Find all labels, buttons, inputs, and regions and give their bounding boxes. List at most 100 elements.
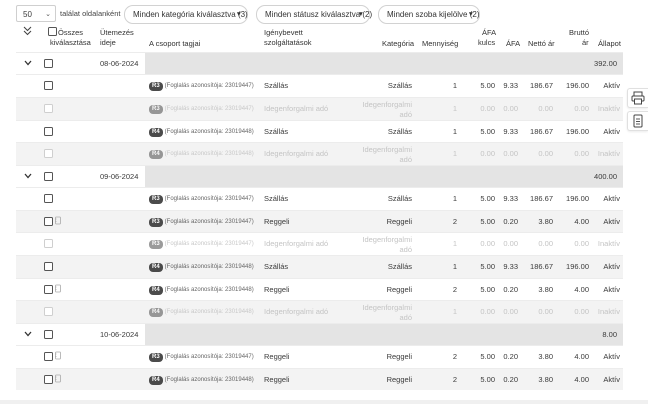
vat-rate-cell: 5.00 xyxy=(480,262,495,271)
quantity-cell: 1 xyxy=(452,149,457,158)
quantity-cell: 1 xyxy=(452,307,457,316)
net-header: Nettó ár xyxy=(528,39,555,48)
row-checkbox[interactable] xyxy=(44,374,53,384)
document-button[interactable] xyxy=(627,111,648,131)
category-cell: Szállás xyxy=(387,194,412,203)
row-checkbox[interactable] xyxy=(44,103,53,113)
row-checkbox[interactable] xyxy=(44,284,53,294)
gross-cell: 4.00 xyxy=(574,352,589,361)
row-checkbox[interactable] xyxy=(44,81,53,90)
member-cell: R3 (Foglalás azonosítója: 23019447) xyxy=(149,193,254,204)
table-row[interactable]: R4 (Foglalás azonosítója: 23019448) Idegen… xyxy=(16,300,623,323)
row-checkbox[interactable] xyxy=(44,239,53,248)
status-filter-label: Minden státusz kiválasztva (2) xyxy=(265,10,373,19)
vat-cell: 9.33 xyxy=(503,262,518,271)
service-cell: Reggeli xyxy=(264,284,290,294)
room-tag: R3 xyxy=(149,195,163,204)
status-cell: Inaktív xyxy=(597,103,620,113)
net-cell: 186.67 xyxy=(530,81,553,90)
print-button[interactable] xyxy=(627,88,648,108)
booking-id: (Foglalás azonosítója: 23019448) xyxy=(164,376,254,383)
chevron-down-icon[interactable] xyxy=(24,59,32,68)
room-filter[interactable]: Minden szoba kijelölve (2) ▼ xyxy=(378,5,480,24)
row-checkbox[interactable] xyxy=(44,126,53,136)
booking-id: (Foglalás azonosítója: 23019447) xyxy=(164,105,254,112)
status-filter[interactable]: Minden státusz kiválasztva (2) ▼ xyxy=(256,5,373,24)
status-cell: Aktív xyxy=(603,194,620,203)
row-checkbox[interactable] xyxy=(44,307,53,316)
booking-id: (Foglalás azonosítója: 23019448) xyxy=(164,264,254,270)
table-row[interactable]: R3 (Foglalás azonosítója: 23019447) Szállá… xyxy=(16,187,623,210)
gross-cell: 0.00 xyxy=(574,239,589,248)
table-row[interactable]: R3 (Foglalás azonosítója: 23019447) Idegen… xyxy=(16,96,623,120)
net-cell: 0.00 xyxy=(538,103,553,113)
member-cell: R3 (Foglalás azonosítója: 23019447) xyxy=(149,103,254,114)
table-row[interactable]: R4 (Foglalás azonosítója: 23019448) Szállá… xyxy=(16,119,623,143)
status-cell: Inaktív xyxy=(597,307,620,316)
table-row[interactable]: R3 (Foglalás azonosítója: 23019447) Reggel… xyxy=(16,345,623,368)
table-row[interactable]: R4 (Foglalás azonosítója: 23019448) Idegen… xyxy=(16,142,623,165)
net-cell: 3.80 xyxy=(538,374,553,384)
group-checkbox[interactable] xyxy=(44,59,53,68)
net-cell: 0.00 xyxy=(538,149,553,158)
member-cell: R3 (Foglalás azonosítója: 23019447) xyxy=(149,80,254,91)
row-checkbox[interactable] xyxy=(44,194,53,203)
table-row[interactable]: R4 (Foglalás azonosítója: 23019448) Reggel… xyxy=(16,367,623,390)
group-checkbox[interactable] xyxy=(44,172,53,181)
per-page-select[interactable]: 50 ⌄ xyxy=(16,5,56,22)
net-cell: 0.00 xyxy=(538,239,553,248)
vat-cell: 0.20 xyxy=(503,216,518,226)
row-checkbox[interactable] xyxy=(44,352,53,361)
quantity-cell: 1 xyxy=(452,126,457,136)
status-cell: Inaktív xyxy=(597,239,620,248)
group-band xyxy=(145,166,623,187)
category-cell: Idegenforgalmi adó xyxy=(362,145,412,164)
group-band xyxy=(145,324,623,345)
select-all-label-1: Összes xyxy=(58,28,84,37)
quantity-cell: 1 xyxy=(452,103,457,113)
chevron-down-icon[interactable] xyxy=(24,330,32,339)
quantity-cell: 2 xyxy=(452,352,457,361)
table-row[interactable]: R3 (Foglalás azonosítója: 23019447) Szállá… xyxy=(16,74,623,97)
group-checkbox[interactable] xyxy=(44,330,53,339)
collapse-all-icon[interactable] xyxy=(23,26,32,38)
group-date: 10-06-2024 xyxy=(100,330,139,339)
gross-cell: 0.00 xyxy=(574,149,589,158)
caret-down-icon: ▼ xyxy=(467,11,474,18)
row-checkbox[interactable] xyxy=(44,262,53,271)
category-header: Kategória xyxy=(382,39,415,48)
category-filter[interactable]: Minden kategória kiválasztva (3) ▼ xyxy=(124,5,248,24)
status-cell: Aktív xyxy=(603,216,620,226)
vat-rate-cell: 5.00 xyxy=(480,374,495,384)
gross-cell: 0.00 xyxy=(574,103,589,113)
table-row[interactable]: R3 (Foglalás azonosítója: 23019447) Reggel… xyxy=(16,209,623,232)
booking-id: (Foglalás azonosítója: 23019448) xyxy=(164,151,254,157)
table-row[interactable]: R4 (Foglalás azonosítója: 23019448) Szállá… xyxy=(16,255,623,278)
table-header: Összes kiválasztása Ütemezés ideje A cso… xyxy=(16,25,623,52)
gross-header-2: ár xyxy=(582,38,589,47)
status-cell: Inaktív xyxy=(597,149,620,158)
table-row[interactable]: R4 (Foglalás azonosítója: 23019448) Reggel… xyxy=(16,277,623,301)
vat-rate-cell: 5.00 xyxy=(480,284,495,294)
services-table: Összes kiválasztása Ütemezés ideje A cso… xyxy=(16,25,623,390)
table-row[interactable]: R3 (Foglalás azonosítója: 23019447) Idegen… xyxy=(16,232,623,255)
vat-cell: 9.33 xyxy=(503,81,518,90)
toolbar: 50 ⌄ találat oldalanként Minden kategóri… xyxy=(16,5,616,24)
row-checkbox[interactable] xyxy=(44,149,53,158)
row-checkbox[interactable] xyxy=(44,216,53,226)
category-filter-label: Minden kategória kiválasztva (3) xyxy=(133,10,248,19)
category-cell: Szállás xyxy=(387,81,412,90)
booking-id: (Foglalás azonosítója: 23019447) xyxy=(164,241,254,247)
select-all-checkbox[interactable] xyxy=(48,27,57,36)
chevron-down-icon[interactable] xyxy=(24,172,32,181)
document-icon xyxy=(633,114,643,128)
vat-rate-cell: 0.00 xyxy=(480,103,495,113)
printer-icon xyxy=(631,91,645,105)
service-cell: Szállás xyxy=(264,126,289,136)
booking-id: (Foglalás azonosítója: 23019447) xyxy=(164,218,254,225)
quantity-cell: 2 xyxy=(452,216,457,226)
net-cell: 186.67 xyxy=(530,262,553,271)
table-body: 08-06-2024 392.00 R3 (Foglalás azonosítója:… xyxy=(16,52,623,390)
status-cell: Aktív xyxy=(603,352,620,361)
member-cell: R3 (Foglalás azonosítója: 23019447) xyxy=(149,216,254,227)
